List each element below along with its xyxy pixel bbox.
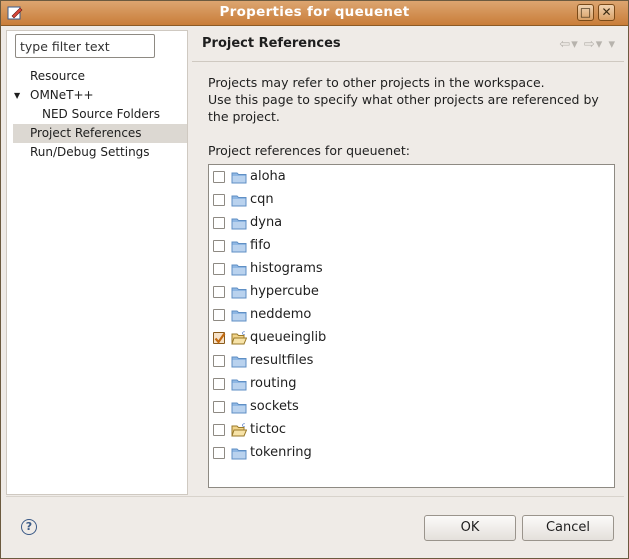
project-checkbox[interactable] (213, 194, 225, 206)
project-checkbox[interactable] (213, 217, 225, 229)
project-checkbox[interactable] (213, 378, 225, 390)
button-bar-divider (6, 496, 624, 497)
project-name: resultfiles (250, 353, 314, 368)
view-menu-icon[interactable]: ▾ (608, 37, 616, 52)
maximize-button[interactable]: □ (577, 4, 594, 21)
filter-input[interactable] (15, 34, 155, 58)
svg-text:c: c (242, 423, 245, 429)
project-name: histograms (250, 261, 323, 276)
back-arrow-icon[interactable]: ⇦▾ (559, 37, 578, 52)
folder-icon (231, 241, 247, 253)
project-name: dyna (250, 215, 283, 230)
svg-text:c: c (242, 331, 245, 337)
project-name: cqn (250, 192, 274, 207)
folder-icon (231, 356, 247, 368)
expand-arrow-icon[interactable]: ▼ (14, 86, 20, 105)
project-checkbox[interactable] (213, 263, 225, 275)
project-name: hypercube (250, 284, 319, 299)
folder-icon (231, 218, 247, 230)
history-nav: ⇦▾ ⇨▾ ▾ (559, 37, 616, 52)
ok-button[interactable]: OK (424, 515, 516, 541)
project-checkbox[interactable] (213, 355, 225, 367)
tree-item-label: Project References (30, 126, 142, 140)
project-checkbox[interactable] (213, 240, 225, 252)
project-checkbox[interactable] (213, 447, 225, 459)
open-project-icon: c (231, 423, 247, 437)
project-checkbox[interactable] (213, 309, 225, 321)
project-name: fifo (250, 238, 271, 253)
description-line: the project. (208, 109, 280, 124)
project-name: aloha (250, 169, 286, 184)
cancel-button[interactable]: Cancel (522, 515, 614, 541)
title-bar[interactable]: Properties for queuenet □ ✕ (1, 1, 628, 26)
window-title: Properties for queuenet (219, 4, 410, 20)
folder-icon (231, 310, 247, 322)
tree-item-omnetpp[interactable]: ▼ OMNeT++ (7, 86, 187, 105)
tree-item-run-debug-settings[interactable]: Run/Debug Settings (7, 143, 187, 162)
tree-item-ned-source-folders[interactable]: NED Source Folders (7, 105, 187, 124)
description-line: Projects may refer to other projects in … (208, 75, 545, 90)
folder-icon (231, 264, 247, 276)
page-header: Project References ⇦▾ ⇨▾ ▾ (192, 30, 624, 60)
project-name: queueinglib (250, 330, 327, 345)
page-title: Project References (202, 36, 341, 51)
header-divider (192, 61, 624, 62)
properties-dialog: Properties for queuenet □ ✕ Resource ▼ O… (0, 0, 629, 559)
references-label: Project references for queuenet: (208, 143, 410, 158)
preference-tree: Resource ▼ OMNeT++ NED Source Folders Pr… (7, 67, 187, 162)
project-checkbox[interactable] (213, 424, 225, 436)
project-name: tokenring (250, 445, 312, 460)
tree-item-label: NED Source Folders (42, 107, 160, 121)
project-name: neddemo (250, 307, 312, 322)
project-references-list[interactable]: aloha cqn dyna fifo histograms hypercube nedde… (208, 164, 615, 488)
close-button[interactable]: ✕ (598, 4, 615, 21)
project-checkbox[interactable] (213, 286, 225, 298)
tree-item-label: OMNeT++ (30, 88, 94, 102)
project-checkbox[interactable] (213, 171, 225, 183)
project-name: tictoc (250, 422, 287, 437)
page-description: Projects may refer to other projects in … (208, 74, 618, 125)
open-project-icon: c (231, 331, 247, 345)
project-name: sockets (250, 399, 299, 414)
folder-icon (231, 172, 247, 184)
tree-item-label: Resource (30, 69, 86, 83)
folder-icon (231, 402, 247, 414)
folder-icon (231, 195, 247, 207)
tree-item-label: Run/Debug Settings (30, 145, 150, 159)
tree-item-resource[interactable]: Resource (7, 67, 187, 86)
folder-icon (231, 287, 247, 299)
forward-arrow-icon[interactable]: ⇨▾ (584, 37, 603, 52)
description-line: Use this page to specify what other proj… (208, 92, 599, 107)
folder-icon (231, 448, 247, 460)
project-checkbox[interactable] (213, 401, 225, 413)
help-icon[interactable]: ? (21, 519, 37, 535)
project-name: routing (250, 376, 297, 391)
project-checkbox[interactable] (213, 332, 226, 344)
folder-icon (231, 379, 247, 391)
navigation-pane: Resource ▼ OMNeT++ NED Source Folders Pr… (6, 30, 188, 495)
tree-item-project-references[interactable]: Project References (13, 124, 187, 143)
